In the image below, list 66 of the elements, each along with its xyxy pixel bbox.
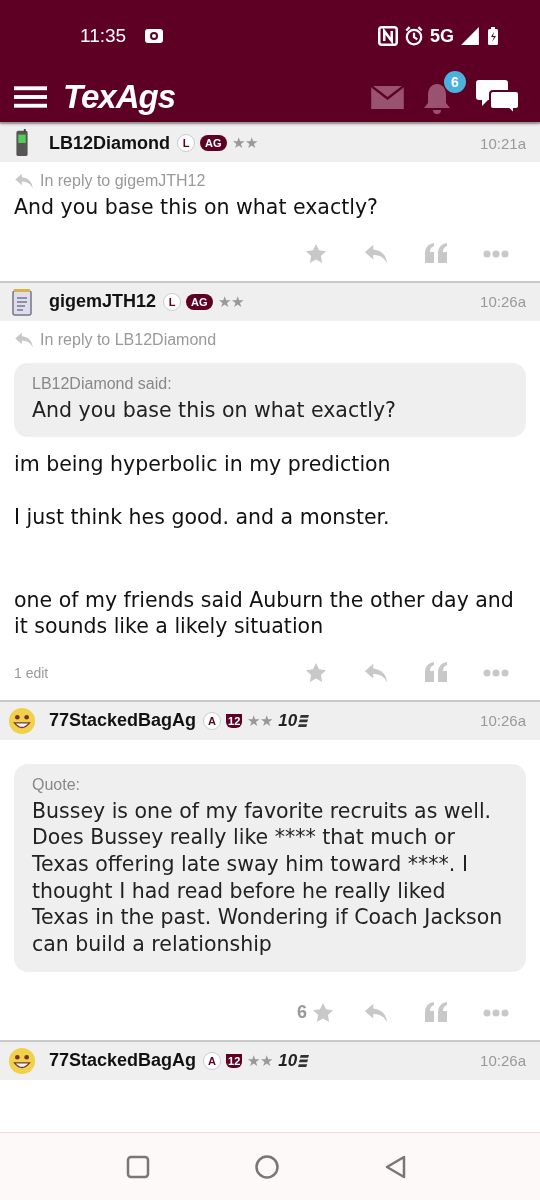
quote-author: Quote: xyxy=(32,775,82,794)
nfc-icon xyxy=(378,26,398,46)
user-badge: L xyxy=(177,134,196,152)
quote-text: And you base this on what exactly? xyxy=(32,396,397,424)
reply-icon xyxy=(14,173,34,189)
user-badge: L xyxy=(163,292,182,311)
bell-icon[interactable] xyxy=(422,83,452,115)
network-label: 5G xyxy=(430,25,454,47)
back-button[interactable] xyxy=(384,1154,408,1179)
star-icon[interactable] xyxy=(304,242,328,265)
bars-icon xyxy=(298,1054,310,1068)
star-icon[interactable] xyxy=(304,661,328,684)
recent-apps-button[interactable] xyxy=(126,1154,150,1179)
home-button[interactable] xyxy=(255,1154,279,1179)
user-badge: AG xyxy=(186,293,213,310)
bars-icon xyxy=(298,714,310,728)
level-label: 10 xyxy=(278,1050,298,1071)
quote-icon[interactable] xyxy=(424,661,448,684)
more-icon[interactable] xyxy=(483,249,509,258)
battery-icon xyxy=(486,26,500,46)
like-count: 6 xyxy=(297,1002,307,1024)
quote-icon[interactable] xyxy=(424,242,448,265)
more-icon[interactable] xyxy=(483,668,509,677)
smiley-icon xyxy=(8,706,36,735)
post-text: I just think hes good. and a monster. xyxy=(14,503,391,531)
rank-stars: ★★ xyxy=(247,711,274,730)
signal-icon xyxy=(460,26,480,46)
notification-badge: 6 xyxy=(444,71,466,93)
screen-record-icon xyxy=(144,26,165,46)
user-badge: AG xyxy=(200,135,227,151)
post-time: 10:26a xyxy=(480,1052,526,1070)
level-label: 10 xyxy=(278,710,298,731)
smiley-icon xyxy=(8,1046,36,1075)
username[interactable]: 77StackedBagAg xyxy=(49,710,197,732)
quote-icon[interactable] xyxy=(424,1001,448,1024)
alarm-icon xyxy=(404,26,424,46)
post-text: And you base this on what exactly? xyxy=(14,194,379,221)
post-time: 10:26a xyxy=(480,712,526,730)
rank-stars: ★★ xyxy=(231,134,258,152)
post-text: one of my friends said Auburn the other day and it sounds like a likely situation xyxy=(14,586,515,640)
user-badge: A xyxy=(203,711,222,730)
quote-text: Bussey is one of my favorite recruits as well. Does Bussey really like **** that much or Texas offering late sway him toward ****. I thought I had read before he really liked Texas in the past. Wondering if Coach Jackson can build a relationship xyxy=(32,797,504,958)
edit-note: 1 edit xyxy=(14,664,49,681)
reply-icon[interactable] xyxy=(364,661,388,684)
reply-icon[interactable] xyxy=(364,242,388,265)
post-time: 10:26a xyxy=(480,293,526,311)
username[interactable]: LB12Diamond xyxy=(49,132,171,154)
reply-icon xyxy=(14,331,34,348)
mail-icon[interactable] xyxy=(371,85,404,109)
menu-icon[interactable] xyxy=(14,85,47,109)
rank-stars: ★★ xyxy=(247,1051,274,1070)
more-icon[interactable] xyxy=(483,1008,509,1017)
username[interactable]: gigemJTH12 xyxy=(49,291,157,313)
reply-icon[interactable] xyxy=(364,1001,388,1024)
username[interactable]: 77StackedBagAg xyxy=(49,1050,197,1072)
user-badge: A xyxy=(203,1051,222,1070)
chat-icon[interactable] xyxy=(476,79,520,115)
post-text: im being hyperbolic in my prediction xyxy=(14,451,392,478)
shield-badge: 12 xyxy=(226,713,243,728)
logo[interactable]: TexAgs xyxy=(63,78,175,116)
quote-author: LB12Diamond said: xyxy=(32,374,173,393)
post-time: 10:21a xyxy=(480,134,526,152)
status-time: 11:35 xyxy=(80,25,127,47)
rank-stars: ★★ xyxy=(217,292,244,311)
star-icon[interactable] xyxy=(311,1001,335,1024)
shield-badge: 12 xyxy=(226,1053,243,1068)
